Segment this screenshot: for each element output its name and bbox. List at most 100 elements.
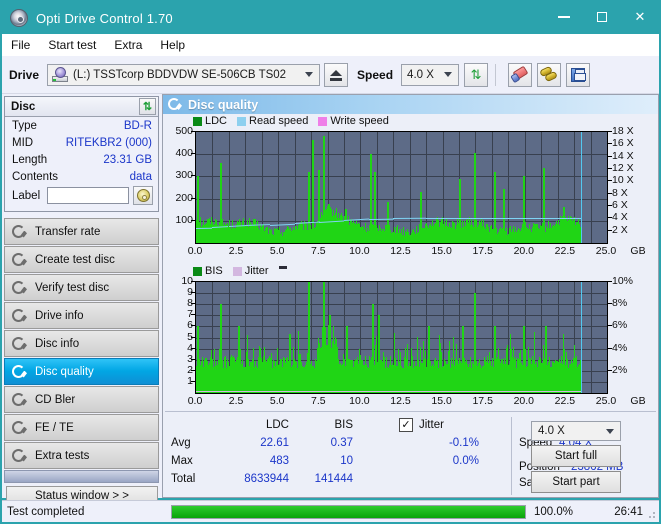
- toolbar-separator: [495, 63, 497, 86]
- y-axis-tick-mark: [191, 197, 195, 199]
- y-axis-tick-mark: [191, 219, 195, 221]
- y2-axis-tick-mark: [608, 155, 612, 157]
- sidebar-item-label: Create test disc: [35, 253, 115, 266]
- sidebar-item-extra-tests[interactable]: Extra tests: [4, 442, 159, 469]
- disc-icon: [12, 252, 27, 267]
- disc-label-button[interactable]: [133, 186, 154, 205]
- window-title: Opti Drive Control 1.70: [36, 10, 173, 26]
- x-axis-tick: 20.0: [513, 245, 535, 257]
- sidebar-item-drive-info[interactable]: Drive info: [4, 302, 159, 329]
- disc-icon: [12, 364, 27, 379]
- y-axis-tick-mark: [191, 336, 195, 338]
- data-spike: [370, 154, 373, 243]
- y2-axis-tick: 10 X: [612, 174, 634, 187]
- legend-swatch-read-speed: [237, 116, 247, 126]
- ldc-plot-area: [195, 131, 608, 244]
- sidebar-item-verify-test-disc[interactable]: Verify test disc: [4, 274, 159, 301]
- start-part-button[interactable]: Start part: [531, 471, 621, 493]
- menu-item-start-test[interactable]: Start test: [39, 36, 105, 54]
- speed-select[interactable]: 4.0 X: [401, 63, 460, 86]
- y-axis-tick: 2: [163, 364, 193, 376]
- y-axis-tick: 200: [175, 191, 193, 204]
- eraser-icon: [509, 65, 531, 85]
- y2-axis-tick: 8 X: [612, 186, 628, 199]
- y2-axis-tick: 16 X: [612, 137, 634, 150]
- disc-refresh-button[interactable]: ⇅: [139, 98, 156, 115]
- progress-percent: 100.0%: [533, 505, 573, 518]
- data-spike: [459, 178, 462, 243]
- y2-axis-tick: 8%: [612, 297, 628, 310]
- y-axis-tick: 5: [163, 331, 193, 343]
- data-spike: [323, 282, 326, 393]
- data-spike: [473, 153, 476, 243]
- stats-header-jitter: Jitter: [419, 419, 444, 431]
- stats-total-bis: 141444: [314, 473, 353, 485]
- sidebar-item-label: CD Bler: [35, 393, 76, 406]
- x-axis-tick: 17.5: [472, 245, 493, 257]
- sidebar-item-disc-info[interactable]: Disc info: [4, 330, 159, 357]
- refresh-button[interactable]: ⇅: [464, 62, 489, 87]
- disc-row-length: Length 23.31 GB: [5, 151, 158, 168]
- stats-header-bis: BIS: [334, 419, 353, 431]
- test-speed-select[interactable]: 4.0 X: [531, 421, 621, 441]
- status-message: Test completed: [7, 505, 85, 518]
- sidebar-item-cd-bler[interactable]: CD Bler: [4, 386, 159, 413]
- disc-info-panel: Disc ⇅ Type BD-R MID RITEKBR2 (000) Leng…: [4, 96, 159, 212]
- y2-axis-tick-mark: [608, 217, 612, 219]
- data-spike: [237, 326, 240, 393]
- maximize-button[interactable]: [583, 2, 621, 32]
- stats-header-ldc: LDC: [265, 419, 289, 431]
- save-button[interactable]: [566, 62, 591, 87]
- erase-button[interactable]: [508, 62, 533, 87]
- disc-row-mid: MID RITEKBR2 (000): [5, 134, 158, 151]
- progress-bar-fill: [171, 505, 525, 518]
- minimize-button[interactable]: [545, 2, 583, 32]
- menu-item-file[interactable]: File: [2, 36, 39, 54]
- data-spike: [493, 171, 496, 243]
- menu-item-help[interactable]: Help: [151, 36, 194, 54]
- disc-value-type: BD-R: [123, 119, 152, 132]
- data-spike: [345, 326, 348, 393]
- grid-line-horizontal: [196, 176, 607, 178]
- stats-divider: [165, 411, 656, 412]
- data-spike: [542, 167, 545, 243]
- data-spike: [562, 348, 565, 393]
- test-speed-value: 4.0 X: [538, 425, 565, 437]
- y-axis-tick: 100: [175, 213, 193, 226]
- legend-jitter: Jitter: [232, 265, 269, 277]
- y-axis-tick: 1: [163, 375, 193, 387]
- y-axis-tick-mark: [191, 380, 195, 382]
- data-spike: [318, 169, 321, 243]
- eject-button[interactable]: [324, 62, 349, 87]
- stats-max-bis: 10: [340, 455, 353, 467]
- disc-panel-header: Disc ⇅: [5, 97, 158, 117]
- sidebar-item-create-test-disc[interactable]: Create test disc: [4, 246, 159, 273]
- menu-item-extra[interactable]: Extra: [105, 36, 151, 54]
- drive-select[interactable]: (L:) TSSTcorp BDDVDW SE-506CB TS02: [47, 63, 321, 86]
- grid-line-vertical: [590, 132, 592, 243]
- disc-label-input[interactable]: [47, 187, 130, 204]
- y-axis-tick: 3: [163, 353, 193, 365]
- y2-axis-tick-mark: [608, 229, 612, 231]
- start-full-button[interactable]: Start full: [531, 445, 621, 467]
- y2-axis-tick: 12 X: [612, 162, 634, 174]
- x-axis-tick: 20.0: [513, 395, 535, 407]
- disc-icon: [12, 280, 27, 295]
- sidebar-item-fe-te[interactable]: FE / TE: [4, 414, 159, 441]
- y2-axis-tick-mark: [608, 281, 612, 282]
- y-axis-tick: 6: [163, 319, 193, 331]
- data-spike: [523, 176, 526, 243]
- y2-axis-tick: 2%: [612, 363, 628, 376]
- sidebar-item-disc-quality[interactable]: Disc quality: [4, 358, 159, 385]
- close-button[interactable]: ✕: [621, 2, 659, 32]
- jitter-checkbox[interactable]: ✓: [399, 418, 413, 432]
- tools-button[interactable]: [537, 62, 562, 87]
- sidebar-item-transfer-rate[interactable]: Transfer rate: [4, 218, 159, 245]
- drive-label: Drive: [9, 67, 40, 82]
- resize-grip-icon[interactable]: [646, 509, 656, 519]
- grid-line-horizontal: [196, 315, 607, 317]
- ldc-legend: LDC Read speed Write speed: [193, 115, 395, 127]
- sidebar: Disc ⇅ Type BD-R MID RITEKBR2 (000) Leng…: [2, 94, 162, 506]
- cursor-line: [580, 132, 582, 243]
- disc-row-contents: Contents data: [5, 168, 158, 185]
